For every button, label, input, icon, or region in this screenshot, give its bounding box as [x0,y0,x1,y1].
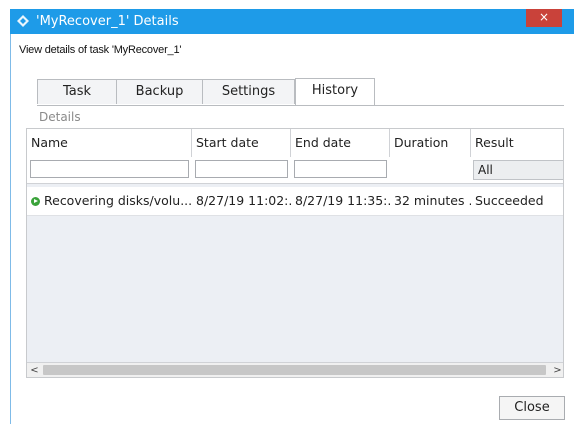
tab-divider [37,105,564,106]
column-header-end-date[interactable]: End date [291,129,390,157]
column-header-result[interactable]: Result [471,129,563,157]
tab-backup[interactable]: Backup [116,79,203,104]
details-window: 'MyRecover_1' Details × View details of … [0,0,574,424]
tab-settings[interactable]: Settings [202,79,295,104]
cell-result: Succeeded [475,193,544,208]
history-table: Name Start date End date Duration Result… [26,128,564,378]
window-border [10,34,11,424]
title-bar[interactable]: 'MyRecover_1' Details × [10,9,574,34]
dialog-subtitle: View details of task 'MyRecover_1' [19,44,182,56]
scrollbar-thumb[interactable] [43,365,546,375]
cell-end-date: 8/27/19 11:35:... [295,193,390,208]
start-date-filter-input[interactable] [195,160,288,178]
details-section-label: Details [39,110,81,124]
close-button[interactable]: Close [499,396,565,420]
name-filter-input[interactable] [30,160,189,178]
table-row[interactable]: Recovering disks/volu... 8/27/19 11:02:.… [27,187,563,216]
window-title: 'MyRecover_1' Details [36,14,179,29]
end-date-filter-input[interactable] [294,160,387,178]
cell-name: Recovering disks/volu... [44,193,192,208]
table-header: Name Start date End date Duration Result [27,129,563,158]
app-logo-icon [17,15,29,27]
cell-duration: 32 minutes ... [394,193,471,208]
column-header-duration[interactable]: Duration [390,129,471,157]
column-header-start-date[interactable]: Start date [192,129,291,157]
result-filter-select[interactable]: All [473,160,563,180]
filter-row: All [27,157,563,184]
horizontal-scrollbar[interactable]: < > [27,362,563,377]
tab-task[interactable]: Task [37,79,117,104]
scroll-left-icon[interactable]: < [27,363,42,377]
cell-start-date: 8/27/19 11:02:... [196,193,291,208]
tab-history[interactable]: History [295,78,375,106]
succeeded-icon [31,197,40,206]
window-close-button[interactable]: × [526,9,562,27]
scroll-right-icon[interactable]: > [550,363,563,377]
column-header-name[interactable]: Name [27,129,192,157]
